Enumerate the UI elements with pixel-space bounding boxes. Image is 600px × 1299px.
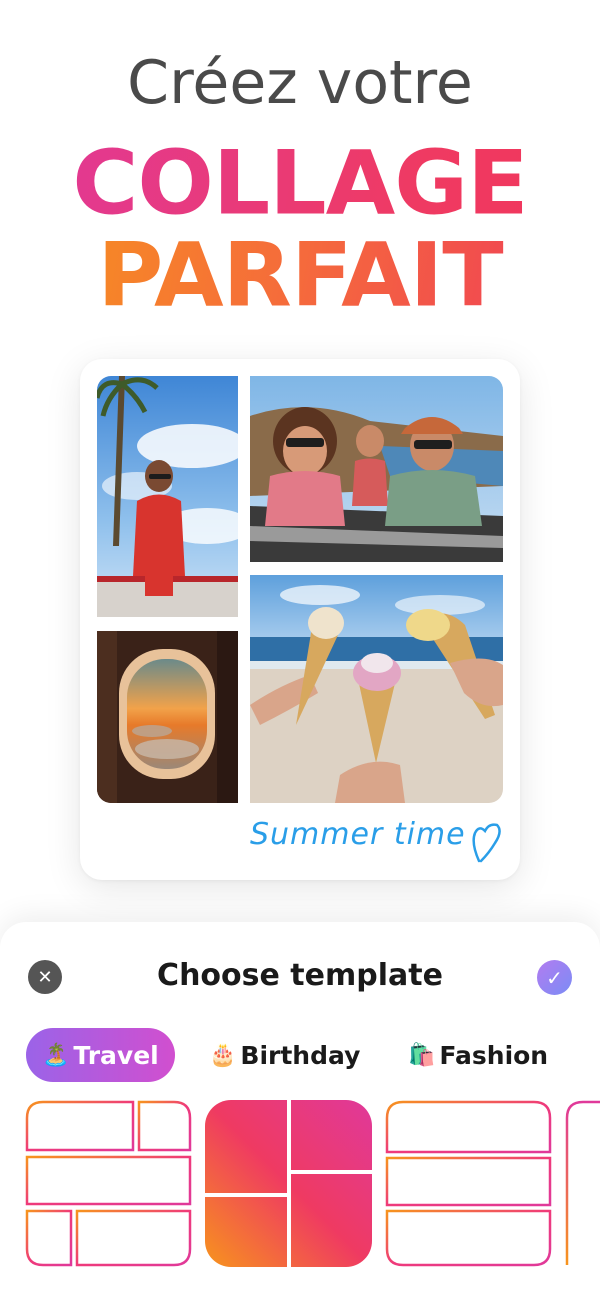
airplane-window-sunset-photo[interactable] xyxy=(97,631,238,803)
ice-cream-beach-photo[interactable] xyxy=(250,575,503,803)
category-label: Travel xyxy=(73,1040,159,1070)
sheet-title: Choose template xyxy=(157,958,443,993)
confirm-button[interactable]: ✓ xyxy=(537,960,572,995)
collage-caption: Summer time xyxy=(250,817,466,852)
shopping-bag-icon: 🛍️ xyxy=(408,1042,436,1068)
template-option-3[interactable] xyxy=(385,1100,552,1267)
check-icon: ✓ xyxy=(546,965,563,990)
woman-palm-tree-photo[interactable] xyxy=(97,376,238,617)
category-tab-birthday[interactable]: 🎂 Birthday xyxy=(209,1028,360,1082)
template-option-4[interactable] xyxy=(565,1100,600,1267)
collage-preview-card: Summer time xyxy=(80,359,520,880)
template-option-2-selected[interactable] xyxy=(205,1100,372,1267)
headline-subtitle: Créez votre xyxy=(127,48,473,118)
template-picker-sheet: ✕ Choose template ✓ 🏝️ Travel 🎂 Birthday… xyxy=(0,922,600,1299)
category-label: Birthday xyxy=(240,1040,361,1070)
category-tab-fashion[interactable]: 🛍️ Fashion xyxy=(408,1028,548,1082)
heart-icon xyxy=(472,823,501,863)
cake-icon: 🎂 xyxy=(209,1042,237,1068)
headline-parfait: PARFAIT xyxy=(0,228,600,323)
category-tab-travel[interactable]: 🏝️ Travel xyxy=(26,1028,175,1082)
friends-in-convertible-photo[interactable] xyxy=(250,376,503,562)
template-option-1[interactable] xyxy=(25,1100,192,1267)
island-icon: 🏝️ xyxy=(42,1042,70,1068)
headline-collage: COLLAGE xyxy=(0,136,600,231)
category-label: Fashion xyxy=(439,1040,549,1070)
